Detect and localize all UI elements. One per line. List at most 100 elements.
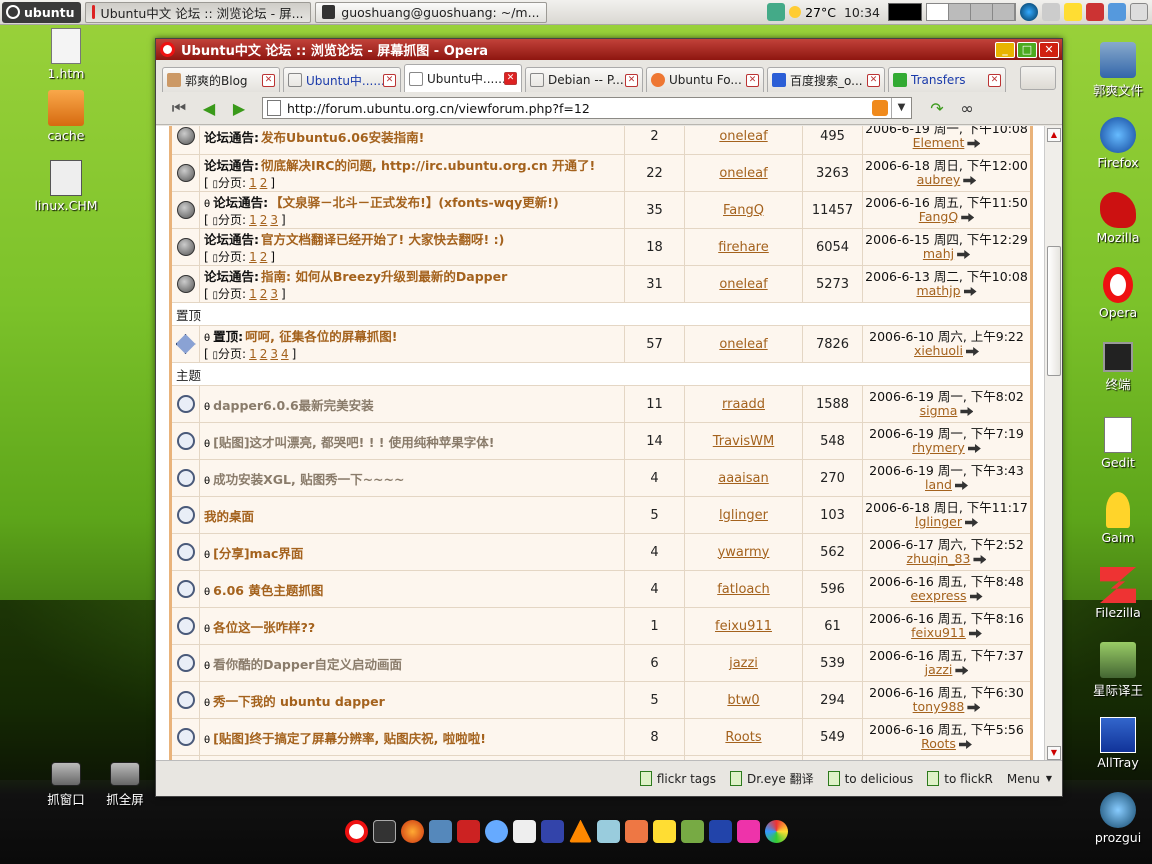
topic-title-link[interactable]: 官方文档翻译已经开始了! 大家快去翻呀! :) <box>261 232 504 247</box>
desktop-icon-opera[interactable]: Opera <box>1078 267 1152 320</box>
page-number-link[interactable]: 2 <box>260 176 268 190</box>
go-to-post-icon[interactable] <box>965 518 979 527</box>
tab-baidu[interactable]: 百度搜索_o... ✕ <box>767 67 885 92</box>
last-poster-link[interactable]: tony988 <box>913 699 965 714</box>
topic-title-link[interactable]: 发布Ubuntu6.06安装指南! <box>261 130 424 145</box>
tab-close-icon[interactable]: ✕ <box>504 72 517 85</box>
go-to-post-icon[interactable] <box>967 703 981 712</box>
go-to-post-icon[interactable] <box>967 444 981 453</box>
last-poster-link[interactable]: lglinger <box>915 514 962 529</box>
files-launcher-icon[interactable] <box>541 819 564 843</box>
tab-close-icon[interactable]: ✕ <box>383 73 396 87</box>
last-poster-link[interactable]: sigma <box>920 403 958 418</box>
desktop-icon-gedit[interactable]: Gedit <box>1078 417 1152 470</box>
topic-title-link[interactable]: 呵呵, 征集各位的屏幕抓图! <box>245 329 397 344</box>
ubuntu-menu-button[interactable]: ubuntu <box>2 1 81 23</box>
last-poster-link[interactable]: eexpress <box>910 588 966 603</box>
glasses-icon[interactable]: ∞ <box>954 97 980 119</box>
url-input[interactable] <box>287 100 872 116</box>
author-link[interactable]: feixu911 <box>715 619 772 634</box>
page-number-link[interactable]: 1 <box>249 287 257 301</box>
workspace-3[interactable] <box>971 4 993 20</box>
last-poster-link[interactable]: Element <box>913 135 965 150</box>
menu-button[interactable]: Menu ▼ <box>1007 772 1052 786</box>
go-to-post-icon[interactable] <box>969 592 983 601</box>
rss-icon[interactable] <box>872 100 888 116</box>
topic-title-link[interactable]: [贴图]终于搞定了屏幕分辨率, 贴图庆祝, 啦啦啦! <box>213 731 486 746</box>
tray-app-icon[interactable] <box>1086 3 1104 21</box>
weather-temp[interactable]: 27°C <box>805 5 836 20</box>
page-number-link[interactable]: 2 <box>260 287 268 301</box>
desktop-icon-terminal[interactable]: 终端 <box>1078 342 1152 393</box>
author-link[interactable]: firehare <box>718 240 769 255</box>
rewind-button[interactable]: ⏮ <box>166 97 192 119</box>
mozilla-launcher-icon[interactable] <box>457 819 480 843</box>
go-button[interactable]: ↷ <box>924 97 950 119</box>
tab-blog[interactable]: 郭爽的Blog ✕ <box>162 67 280 92</box>
clock[interactable]: 10:34 <box>844 5 880 20</box>
author-link[interactable]: oneleaf <box>719 277 767 292</box>
desktop-icon-mozilla[interactable]: Mozilla <box>1078 192 1152 245</box>
desktop-icon-prozgui[interactable]: prozgui <box>1078 792 1152 845</box>
printer-icon[interactable] <box>1042 3 1060 21</box>
chevron-down-icon[interactable]: ▼ <box>891 98 911 118</box>
desktop-icon-linuxchm[interactable]: linux.CHM <box>26 160 106 213</box>
author-link[interactable]: aaaisan <box>718 471 769 486</box>
author-link[interactable]: jazzi <box>729 656 758 671</box>
window-titlebar[interactable]: Ubuntu中文 论坛 :: 浏览论坛 - 屏幕抓图 - Opera _ □ ✕ <box>156 39 1062 60</box>
author-link[interactable]: rraadd <box>722 397 765 412</box>
go-to-post-icon[interactable] <box>966 347 979 356</box>
go-to-post-icon[interactable] <box>967 139 981 148</box>
tab-transfers[interactable]: Transfers ✕ <box>888 67 1006 92</box>
taskbar-item-opera[interactable]: Ubuntu中文 论坛 :: 浏览论坛 - 屏... <box>84 1 311 23</box>
last-poster-link[interactable]: xiehuoli <box>914 343 963 358</box>
topic-title-link[interactable]: 秀一下我的 ubuntu dapper <box>213 694 385 709</box>
last-poster-link[interactable]: mahj <box>923 246 954 261</box>
scroll-thumb[interactable] <box>1047 246 1061 376</box>
globe-icon[interactable] <box>1020 3 1038 21</box>
author-link[interactable]: ywarmy <box>718 545 770 560</box>
tab-ubuntu-forums[interactable]: Ubuntu Fo... ✕ <box>646 67 764 92</box>
page-number-link[interactable]: 2 <box>260 250 268 264</box>
topic-title-link[interactable]: 6.06 黄色主题抓图 <box>213 583 323 598</box>
dictionary-launcher-icon[interactable] <box>681 819 704 843</box>
capture-screen-button[interactable]: 抓全屏 <box>95 762 155 808</box>
gedit-launcher-icon[interactable] <box>513 819 536 843</box>
tab-close-icon[interactable]: ✕ <box>988 73 1001 87</box>
author-link[interactable]: oneleaf <box>719 129 767 144</box>
author-link[interactable]: Roots <box>725 730 761 745</box>
go-to-post-icon[interactable] <box>960 407 974 416</box>
bookmark-flickr[interactable]: to flickR <box>927 771 993 786</box>
go-to-post-icon[interactable] <box>968 629 982 638</box>
scroll-down-button[interactable]: ▼ <box>1047 746 1061 760</box>
desktop-icon-gaim[interactable]: Gaim <box>1078 492 1152 545</box>
bookmark-dreye[interactable]: Dr.eye 翻译 <box>730 770 814 787</box>
capture-window-button[interactable]: 抓窗口 <box>36 762 96 808</box>
desktop-icon-1htm[interactable]: 1.htm <box>26 28 106 81</box>
author-link[interactable]: btw0 <box>727 693 759 708</box>
page-number-link[interactable]: 3 <box>270 287 278 301</box>
page-number-link[interactable]: 1 <box>249 347 257 361</box>
address-bar[interactable]: ▼ <box>262 97 912 119</box>
topic-title-link[interactable]: 彻底解决IRC的问题, http://irc.ubuntu.org.cn 开通了… <box>261 158 595 173</box>
chat-launcher-icon[interactable] <box>485 819 508 843</box>
network-icon[interactable] <box>767 3 786 21</box>
topic-title-link[interactable]: dapper6.0.6最新完美安装 <box>213 398 374 413</box>
tab-close-icon[interactable]: ✕ <box>867 73 880 87</box>
desktop-icon-firefox[interactable]: Firefox <box>1078 117 1152 170</box>
author-link[interactable]: FangQ <box>723 203 764 218</box>
go-to-post-icon[interactable] <box>958 740 972 749</box>
topic-title-link[interactable]: 各位这一张咋样?? <box>213 620 315 635</box>
page-number-link[interactable]: 2 <box>260 347 268 361</box>
tab-close-icon[interactable]: ✕ <box>262 73 275 87</box>
desktop-icon-cache[interactable]: cache <box>26 90 106 143</box>
page-number-link[interactable]: 2 <box>260 213 268 227</box>
last-poster-link[interactable]: feixu911 <box>911 625 966 640</box>
filezilla-launcher-icon[interactable] <box>737 819 760 843</box>
tab-close-icon[interactable]: ✕ <box>625 73 638 87</box>
go-to-post-icon[interactable] <box>955 666 969 675</box>
last-poster-link[interactable]: mathjp <box>916 283 960 298</box>
gaim-launcher-icon[interactable] <box>653 819 676 843</box>
workspace-2[interactable] <box>949 4 971 20</box>
go-to-post-icon[interactable] <box>963 176 977 185</box>
